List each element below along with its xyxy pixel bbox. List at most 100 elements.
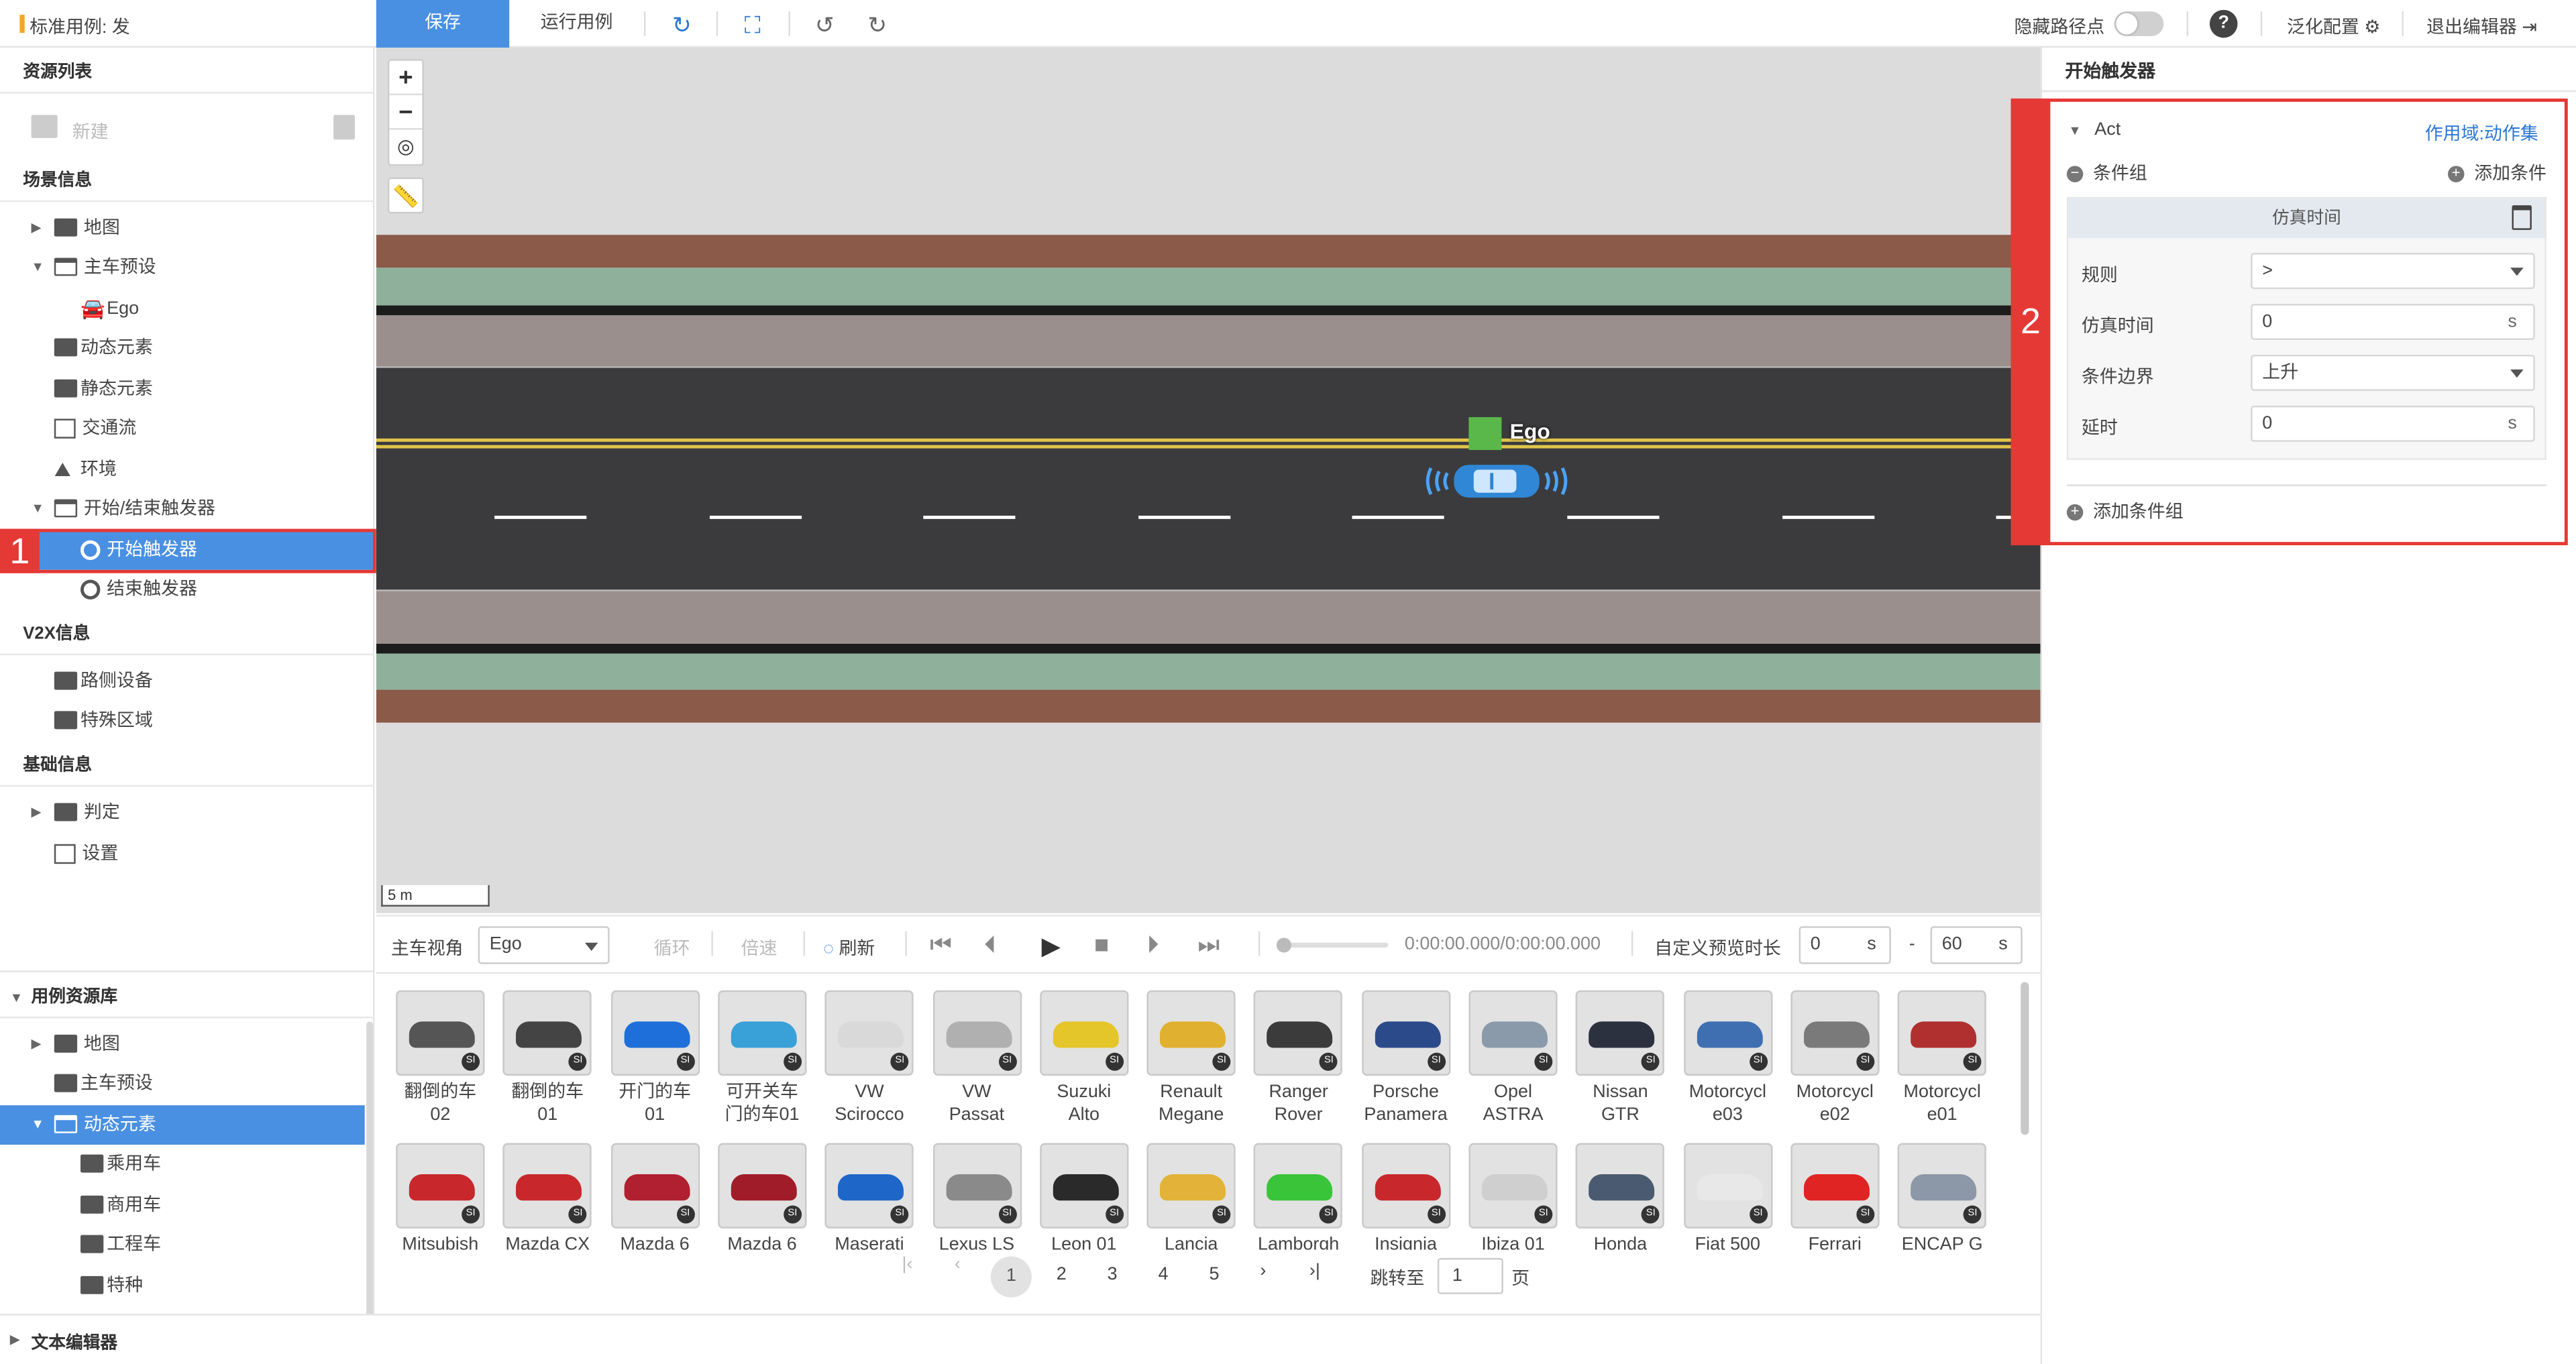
asset-tile[interactable]: SI Motorcycl e03 xyxy=(1683,990,1772,1127)
hide-waypoints-toggle[interactable] xyxy=(2114,11,2164,36)
asset-tile[interactable]: SI 可开关车 门的车01 xyxy=(717,990,807,1127)
asset-tile[interactable]: SI Maserati xyxy=(824,1143,914,1250)
ego-vehicle[interactable] xyxy=(1424,458,1569,504)
asset-tile[interactable]: SI Ibiza 01 xyxy=(1468,1143,1558,1250)
lib-item-commercial[interactable]: 商用车 xyxy=(0,1186,374,1225)
asset-tile[interactable]: SI Insignia xyxy=(1361,1143,1450,1250)
fit-view-icon[interactable]: ⛶ xyxy=(738,10,767,40)
asset-tile[interactable]: SI Lamborgh xyxy=(1254,1143,1343,1250)
exit-editor-button[interactable]: 退出编辑器 ⇥ xyxy=(2426,13,2537,40)
ruler-icon[interactable]: 📏 xyxy=(387,177,424,214)
tree-item-settings[interactable]: 设置 xyxy=(0,834,374,874)
generalize-config-button[interactable]: 泛化配置 ⚙ xyxy=(2287,13,2380,40)
lib-item-special[interactable]: 特种 xyxy=(0,1266,374,1306)
left-scrollbar[interactable] xyxy=(366,1021,373,1359)
asset-tile[interactable]: SI Mitsubish xyxy=(396,1143,485,1250)
speed-button[interactable]: 倍速 xyxy=(741,934,777,960)
asset-tile[interactable]: SI 开门的车 01 xyxy=(610,990,700,1127)
tree-item-traffic[interactable]: 交通流 xyxy=(0,409,374,449)
tree-item-triggers[interactable]: ▼ 开始/结束触发器 xyxy=(0,490,374,529)
prev-page-icon[interactable]: ‹ xyxy=(955,1255,961,1274)
play-icon[interactable]: ▶ xyxy=(1042,931,1061,961)
progress-handle[interactable] xyxy=(1276,937,1291,953)
lib-item-passenger[interactable]: 乘用车 xyxy=(0,1145,374,1184)
tree-item-ego-preset[interactable]: ▼ 主车预设 xyxy=(0,248,374,288)
asset-tile[interactable]: SI Motorcycl e01 xyxy=(1898,990,1987,1127)
tree-item-dynamic[interactable]: 动态元素 xyxy=(0,329,374,368)
chevron-down-icon[interactable]: ▼ xyxy=(32,490,44,529)
refresh-spin-icon[interactable]: ↻ xyxy=(667,10,696,40)
asset-tile[interactable]: SI Suzuki Alto xyxy=(1039,990,1128,1127)
asset-tile[interactable]: SI Lexus LS xyxy=(932,1143,1022,1250)
asset-tile[interactable]: SI Porsche Panamera xyxy=(1361,990,1450,1127)
view-select[interactable]: Ego xyxy=(478,926,610,964)
case-library-title[interactable]: ▼ 用例资源库 xyxy=(0,977,375,1019)
next-page-icon[interactable]: › xyxy=(1260,1261,1266,1281)
tree-item-roadside[interactable]: 路侧设备 xyxy=(0,662,374,701)
asset-tile[interactable]: SI Renault Megane xyxy=(1146,990,1236,1127)
chevron-right-icon[interactable]: ▶ xyxy=(32,1025,42,1064)
save-button[interactable]: 保存 xyxy=(376,0,510,48)
stop-icon[interactable]: ■ xyxy=(1094,931,1109,960)
asset-tile[interactable]: SI Mazda 6 xyxy=(610,1143,700,1250)
loop-button[interactable]: 循环 xyxy=(654,934,690,960)
skip-end-icon[interactable]: ⏭ xyxy=(1197,931,1220,960)
asset-tile[interactable]: SI Leon 01 xyxy=(1039,1143,1128,1250)
preview-start-input[interactable]: 0 s xyxy=(1799,926,1891,964)
chevron-down-icon[interactable]: ▼ xyxy=(32,248,44,288)
tree-item-judge[interactable]: ▶ 判定 xyxy=(0,793,374,833)
chevron-right-icon[interactable]: ▶ xyxy=(10,1332,20,1347)
asset-tile[interactable]: SI Motorcycl e02 xyxy=(1790,990,1880,1127)
chevron-right-icon[interactable]: ▶ xyxy=(32,793,42,833)
asset-tile[interactable]: SI VW Scirocco xyxy=(824,990,914,1127)
lib-item-map[interactable]: ▶ 地图 xyxy=(0,1025,374,1064)
undo-icon[interactable]: ↺ xyxy=(810,10,839,40)
chevron-down-icon[interactable]: ▼ xyxy=(32,1105,44,1145)
page-5[interactable]: 5 xyxy=(1209,1265,1219,1284)
asset-tile[interactable]: SI Honda xyxy=(1576,1143,1665,1250)
asset-tile[interactable]: SI Lancia xyxy=(1146,1143,1236,1250)
tree-item-map[interactable]: ▶ 地图 xyxy=(0,209,374,248)
chevron-down-icon[interactable]: ▼ xyxy=(10,977,23,1018)
asset-tile[interactable]: SI 翻倒的车 02 xyxy=(396,990,485,1127)
skip-start-icon[interactable]: ⏮ xyxy=(930,931,952,960)
library-scrollbar[interactable] xyxy=(2021,982,2029,1135)
help-icon[interactable]: ? xyxy=(2209,9,2238,38)
asset-tile[interactable]: SI Mazda 6 xyxy=(717,1143,807,1250)
step-forward-icon[interactable]: ⏵ xyxy=(1146,931,1159,960)
last-page-icon[interactable]: ›| xyxy=(1309,1261,1320,1281)
tree-item-special-zone[interactable]: 特殊区域 xyxy=(0,701,374,741)
zoom-in-button[interactable]: + xyxy=(389,61,423,96)
tree-item-environment[interactable]: ⛰ 环境 xyxy=(0,450,374,490)
step-back-icon[interactable]: ⏴ xyxy=(984,931,996,960)
tree-item-end-trigger[interactable]: 结束触发器 xyxy=(0,570,374,610)
first-page-icon[interactable]: |‹ xyxy=(902,1255,913,1274)
trash-icon[interactable] xyxy=(333,115,355,140)
asset-tile[interactable]: SI Nissan GTR xyxy=(1576,990,1665,1127)
run-case-button[interactable]: 运行用例 xyxy=(526,0,628,48)
new-folder-icon[interactable] xyxy=(31,115,58,138)
redo-icon[interactable]: ↻ xyxy=(863,10,892,40)
page-2[interactable]: 2 xyxy=(1057,1265,1067,1284)
asset-tile[interactable]: SI 翻倒的车 01 xyxy=(503,990,592,1127)
jump-page-input[interactable]: 1 xyxy=(1437,1257,1503,1294)
chevron-right-icon[interactable]: ▶ xyxy=(32,209,42,248)
refresh-button[interactable]: ◌ 刷新 xyxy=(823,934,875,960)
preview-end-input[interactable]: 60 s xyxy=(1930,926,2023,964)
locate-target-icon[interactable]: ◎ xyxy=(389,129,422,164)
ego-marker[interactable] xyxy=(1468,417,1502,451)
tree-item-static[interactable]: 静态元素 xyxy=(0,370,374,409)
asset-tile[interactable]: SI Fiat 500 xyxy=(1683,1143,1772,1250)
progress-slider[interactable] xyxy=(1276,937,1389,953)
asset-tile[interactable]: SI Opel ASTRA xyxy=(1468,990,1558,1127)
lib-item-ego-preset[interactable]: 主车预设 xyxy=(0,1064,374,1104)
asset-tile[interactable]: SI VW Passat xyxy=(932,990,1022,1127)
asset-tile[interactable]: SI Mazda CX xyxy=(503,1143,592,1250)
page-3[interactable]: 3 xyxy=(1108,1265,1118,1284)
asset-tile[interactable]: SI ENCAP G xyxy=(1898,1143,1987,1250)
lib-item-dynamic[interactable]: ▼ 动态元素 xyxy=(0,1105,365,1145)
scene-map-canvas[interactable]: Ego xyxy=(376,48,2041,913)
zoom-out-button[interactable]: − xyxy=(389,95,423,130)
asset-tile[interactable]: SI Ferrari xyxy=(1790,1143,1880,1250)
lib-item-engineering[interactable]: 工程车 xyxy=(0,1225,374,1265)
